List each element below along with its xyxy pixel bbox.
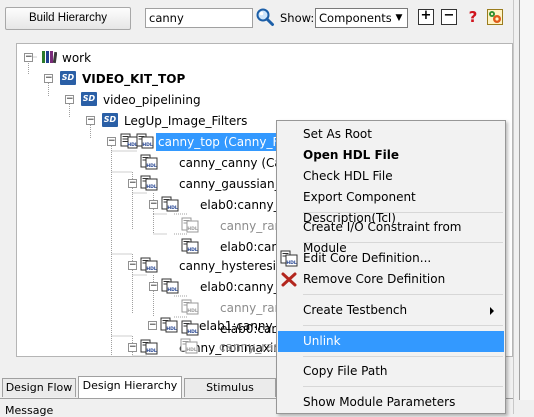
toolbar: Build Hierarchy Show: Components ▼ + − ?	[0, 0, 534, 38]
collapse-all-icon[interactable]: −	[441, 9, 457, 25]
tree-label-canny-gaussian: canny_gaussian_fi	[179, 177, 289, 191]
svg-text:HDL: HDL	[166, 326, 177, 332]
menu-item-create-io-constraint[interactable]: Create I/O Constraint from Module	[278, 217, 504, 255]
hdl-file-icon: HDL	[160, 317, 178, 333]
svg-text:HDL: HDL	[167, 287, 178, 293]
hdl-file-icon: HDL	[161, 278, 179, 294]
menu-item-remove-core-definition[interactable]: Remove Core Definition	[278, 269, 504, 290]
collapse-toggle-icon[interactable]: −	[44, 74, 53, 83]
menu-item-create-testbench-label: Create Testbench	[303, 303, 408, 317]
menu-item-copy-file-path[interactable]: Copy File Path	[278, 361, 504, 382]
tree-label-nonmax-ram: canny_ram	[219, 340, 276, 354]
context-menu: Set As Root Open HDL File Check HDL File…	[276, 120, 506, 414]
svg-text:HDL: HDL	[146, 163, 157, 169]
smartdesign-icon: SD	[102, 113, 118, 127]
hdl-edit-icon: HDL	[280, 250, 298, 267]
menu-item-open-hdl-file[interactable]: Open HDL File	[278, 145, 504, 166]
menu-item-edit-core-definition-label: Edit Core Definition...	[303, 251, 432, 265]
menu-item-edit-core-definition[interactable]: HDL Edit Core Definition...	[278, 248, 504, 269]
hdl-file-icon: HDL	[136, 133, 154, 149]
svg-text:HDL: HDL	[187, 226, 198, 232]
build-hierarchy-button[interactable]: Build Hierarchy	[5, 7, 131, 30]
hdl-file-gray-icon: HDL	[180, 338, 198, 354]
hdl-file-icon: HDL	[181, 238, 199, 254]
svg-text:HDL: HDL	[186, 347, 197, 353]
svg-text:HDL: HDL	[146, 266, 157, 272]
tree-bottom-rows: − HDL elab1:canny_ra HDL canny_ram	[16, 315, 276, 357]
hdl-file-icon: HDL	[140, 175, 158, 191]
svg-text:HDL: HDL	[167, 205, 178, 211]
search-input[interactable]	[145, 8, 253, 28]
tree-label-legup-image-filters: LegUp_Image_Filters	[124, 114, 248, 128]
menu-separator	[303, 356, 503, 357]
collapse-toggle-icon[interactable]: −	[128, 261, 137, 270]
svg-text:HDL: HDL	[142, 142, 153, 148]
menu-item-set-as-root[interactable]: Set As Root	[278, 124, 504, 145]
menu-item-remove-core-definition-label: Remove Core Definition	[303, 272, 446, 286]
tab-design-flow[interactable]: Design Flow	[2, 378, 76, 397]
menu-separator	[303, 386, 503, 387]
collapse-toggle-icon[interactable]: −	[128, 179, 137, 188]
smartdesign-icon: SD	[81, 92, 97, 106]
expand-all-icon[interactable]: +	[418, 9, 434, 25]
hdl-file-icon: HDL	[140, 154, 158, 170]
menu-item-unlink[interactable]: Unlink	[278, 331, 504, 352]
smartdesign-icon: SD	[60, 71, 76, 85]
tree-label-work: work	[62, 51, 92, 65]
menu-separator	[303, 242, 503, 243]
remove-x-icon	[281, 272, 297, 287]
hdl-file-gray-icon: HDL	[181, 217, 199, 233]
collapse-toggle-icon[interactable]: −	[86, 116, 95, 125]
options-gear-icon[interactable]	[487, 9, 503, 25]
search-icon[interactable]	[255, 7, 275, 27]
menu-item-check-hdl-file[interactable]: Check HDL File	[278, 166, 504, 187]
tree-label-video-kit-top: VIDEO_KIT_TOP	[82, 72, 186, 86]
collapse-toggle-icon[interactable]: −	[24, 53, 33, 62]
svg-text:HDL: HDL	[286, 260, 297, 266]
menu-separator	[303, 294, 503, 295]
menu-item-show-module-parameters[interactable]: Show Module Parameters	[278, 392, 504, 413]
menu-item-create-testbench[interactable]: Create Testbench	[278, 300, 504, 321]
submenu-arrow-icon	[490, 307, 494, 315]
tab-stimulus-hierarchy[interactable]: Stimulus Hierarch	[184, 378, 276, 411]
tree-label-canny-top: canny_top (Canny_FIF	[156, 133, 292, 151]
collapse-toggle-icon[interactable]: −	[149, 282, 158, 291]
show-select[interactable]: Components ▼	[315, 8, 408, 28]
show-select-value: Components	[319, 11, 392, 25]
svg-text:HDL: HDL	[187, 308, 198, 314]
collapse-toggle-icon[interactable]: −	[65, 95, 74, 104]
menu-separator	[303, 212, 503, 213]
chevron-down-icon[interactable]: ▼	[391, 10, 406, 26]
hdl-file-icon: HDL	[161, 196, 179, 212]
tree-label-video-pipelining: video_pipelining	[103, 93, 201, 107]
show-label: Show:	[280, 11, 315, 25]
collapse-toggle-icon[interactable]: −	[107, 137, 116, 146]
right-panel-edge	[513, 0, 534, 414]
tree-label-nonmax-elab1: elab1:canny_ra	[199, 319, 276, 333]
hdl-file-gray-icon: HDL	[181, 299, 199, 315]
svg-text:HDL: HDL	[146, 184, 157, 190]
menu-item-export-component[interactable]: Export Component Description(Tcl)	[278, 187, 504, 225]
collapse-toggle-icon[interactable]: −	[149, 200, 158, 209]
menu-separator	[303, 325, 503, 326]
hdl-file-icon: HDL	[140, 257, 158, 273]
help-icon[interactable]: ?	[465, 9, 481, 25]
collapse-toggle-icon[interactable]: −	[148, 321, 157, 330]
right-panel-scrollbar[interactable]	[519, 0, 534, 400]
library-books-icon	[42, 51, 57, 64]
tab-design-hierarchy[interactable]: Design Hierarchy	[78, 376, 182, 398]
svg-text:HDL: HDL	[187, 247, 198, 253]
message-label: Message	[5, 404, 54, 417]
